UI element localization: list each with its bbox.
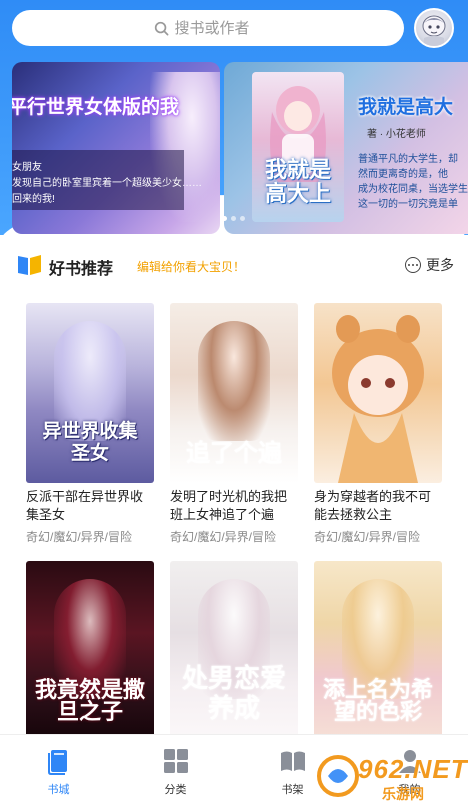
book-card[interactable]: 处男恋爱养成 — [170, 561, 298, 741]
bookshelf-icon — [280, 751, 305, 771]
banner-desc-line: 普通平凡的大学生，却 — [358, 154, 458, 165]
book-card[interactable]: 我竟然是撒旦之子 — [26, 561, 154, 741]
book-tags: 奇幻/魔幻/异界/冒险 — [314, 530, 421, 544]
cover-figure — [198, 321, 270, 441]
bookstore-icon — [47, 750, 67, 775]
banner-title: 我就是高大 — [358, 97, 454, 118]
book-cover: 添上名为希望的色彩 — [314, 561, 442, 741]
carousel-dot-active[interactable] — [222, 216, 227, 221]
search-bar[interactable] — [12, 10, 404, 46]
tab-bookstore[interactable]: 书城 — [0, 735, 117, 809]
book-title: 发明了时光机的我把班上女神追了个遍 — [170, 489, 288, 522]
watermark-text: 962.NET — [358, 754, 468, 784]
section-header-recommend: 好书推荐 编辑给你看大宝贝！ 更多 — [16, 250, 456, 280]
banner-desc-line: 然而更离奇的是，他 — [358, 169, 448, 180]
book-card[interactable]: 追了个遍 发明了时光机的我把班上女神追了个遍 奇幻/魔幻/异界/冒险 — [170, 303, 298, 545]
carousel-indicator — [222, 216, 245, 221]
book-cover: 我竟然是撒旦之子 — [26, 561, 154, 741]
book-cover: 追了个遍 — [170, 303, 298, 483]
more-dots-icon — [405, 257, 421, 273]
section-title: 好书推荐 — [49, 261, 114, 278]
tab-label: 分类 — [164, 784, 187, 796]
banner-carousel-slide-2[interactable]: 我就是高大上 我就是高大 著 · 小花老师 普通平凡的大学生，却 然而更离奇的是… — [224, 62, 468, 234]
book-cover: 处男恋爱养成 — [170, 561, 298, 741]
book-title: 反派干部在异世界收集圣女 — [26, 489, 144, 522]
tab-label: 书城 — [47, 784, 70, 796]
banner-cover-title: 我就是高大上 — [264, 157, 331, 206]
search-input[interactable] — [174, 19, 263, 37]
banner-desc-line: 这一切的一切究竟是单 — [358, 199, 458, 210]
banner-desc-line: 成为校花同桌，当选学生 — [358, 184, 468, 195]
banner-text-panel: 女朋友 发现自己的卧室里宾着一个超级美少女…… 回来的我! — [12, 150, 202, 210]
book-cover-title: 追了个遍 — [186, 440, 282, 467]
banner-line: 发现自己的卧室里宾着一个超级美少女…… — [12, 178, 202, 189]
tab-category[interactable]: 分类 — [117, 735, 234, 809]
book-open-icon — [18, 255, 41, 275]
cover-illustration — [332, 315, 424, 483]
book-card[interactable]: 异世界收集圣女 反派干部在异世界收集圣女 奇幻/魔幻/异界/冒险 — [26, 303, 154, 545]
book-card[interactable]: 添上名为希望的色彩 — [314, 561, 442, 741]
user-avatar[interactable] — [414, 8, 454, 48]
book-cover — [314, 303, 442, 483]
carousel-dot[interactable] — [240, 216, 245, 221]
banner-carousel-slide-1[interactable]: 平行世界女体版的我 女朋友 发现自己的卧室里宾着一个超级美少女…… 回来的我! — [12, 62, 220, 234]
banner-author: 著 · 小花老师 — [367, 129, 426, 140]
search-icon — [154, 21, 168, 35]
book-cover-title: 我竟然是撒旦之子 — [34, 677, 145, 724]
banner-title: 平行世界女体版的我 — [12, 97, 180, 118]
site-watermark: 962.NET 乐游网 — [312, 748, 467, 804]
carousel-dot[interactable] — [231, 216, 236, 221]
banner-line: 女朋友 — [12, 162, 42, 173]
book-cover: 异世界收集圣女 — [26, 303, 154, 483]
watermark-subtext: 乐游网 — [382, 786, 424, 802]
tab-label: 书架 — [281, 784, 304, 796]
book-tags: 奇幻/魔幻/异界/冒险 — [26, 530, 133, 544]
book-cover-title: 添上名为希望的色彩 — [322, 677, 433, 724]
book-cover-title: 处男恋爱养成 — [181, 663, 286, 723]
book-card[interactable]: 身为穿越者的我不可能去拯救公主 奇幻/魔幻/异界/冒险 — [314, 303, 442, 545]
watermark-logo — [317, 755, 359, 797]
book-cover-title: 异世界收集圣女 — [42, 421, 138, 464]
category-grid-icon — [163, 749, 188, 773]
book-tags: 奇幻/魔幻/异界/冒险 — [170, 530, 277, 544]
book-title: 身为穿越者的我不可能去拯救公主 — [314, 489, 432, 522]
banner-line: 回来的我! — [12, 194, 55, 205]
section-subtitle: 编辑给你看大宝贝！ — [137, 260, 246, 274]
banner-description: 普通平凡的大学生，却 然而更离奇的是，他 成为校花同桌，当选学生 这一切的一切究… — [358, 152, 468, 212]
avatar-illustration — [422, 15, 446, 46]
more-label: 更多 — [426, 257, 454, 273]
more-button[interactable]: 更多 — [405, 255, 454, 275]
